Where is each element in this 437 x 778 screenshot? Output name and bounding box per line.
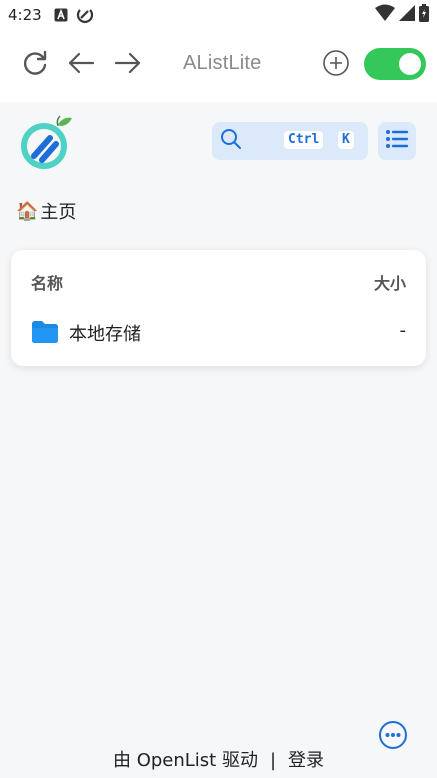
folder-icon [31, 320, 59, 348]
status-time: 4:23 [8, 6, 42, 24]
list-icon [385, 128, 409, 154]
wifi-icon [375, 4, 395, 26]
web-content: Ctrl K 🏠 主页 名称 大小 本地存储 - 由 OpenList 驱动 | 登… [0, 102, 437, 778]
forward-arrow-icon [113, 48, 143, 82]
breadcrumb-home[interactable]: 🏠 主页 [16, 198, 76, 224]
search-button[interactable]: Ctrl K [212, 122, 368, 160]
column-header-size[interactable]: 大小 [374, 270, 406, 294]
add-button[interactable] [319, 48, 353, 82]
breadcrumb-label: 主页 [40, 202, 77, 223]
login-link[interactable]: 登录 [288, 746, 324, 772]
column-header-name[interactable]: 名称 [31, 270, 63, 294]
add-circle-icon [322, 49, 350, 81]
forward-button[interactable] [111, 48, 145, 82]
shortcut-key-ctrl: Ctrl [284, 131, 324, 149]
app-a-icon [54, 8, 68, 22]
file-name: 本地存储 [69, 324, 141, 345]
toggle-knob [399, 53, 421, 75]
battery-icon [419, 4, 429, 26]
file-size: - [399, 320, 407, 341]
table-row[interactable]: 本地存储 - [11, 312, 426, 352]
back-button[interactable] [64, 48, 98, 82]
refresh-button[interactable] [18, 48, 52, 82]
toggle-switch[interactable] [364, 48, 426, 80]
app-title: AListLite [183, 52, 262, 74]
app-top-bar: AListLite [0, 30, 437, 102]
refresh-icon [20, 48, 50, 82]
footer-separator: | [269, 750, 277, 771]
openlist-logo[interactable] [18, 114, 76, 170]
powered-by-link[interactable]: 由 OpenList 驱动 [113, 746, 258, 772]
signal-icon [399, 4, 415, 26]
status-right-group [375, 4, 429, 26]
footer: 由 OpenList 驱动 | 登录 [0, 746, 437, 772]
search-icon [220, 128, 242, 154]
status-bar: 4:23 [0, 0, 437, 30]
home-icon: 🏠 [16, 200, 39, 222]
shortcut-key-k: K [338, 131, 354, 149]
list-view-button[interactable] [378, 122, 416, 160]
sync-icon [76, 6, 94, 24]
back-arrow-icon [66, 48, 96, 82]
file-list-card: 名称 大小 本地存储 - [11, 250, 426, 366]
